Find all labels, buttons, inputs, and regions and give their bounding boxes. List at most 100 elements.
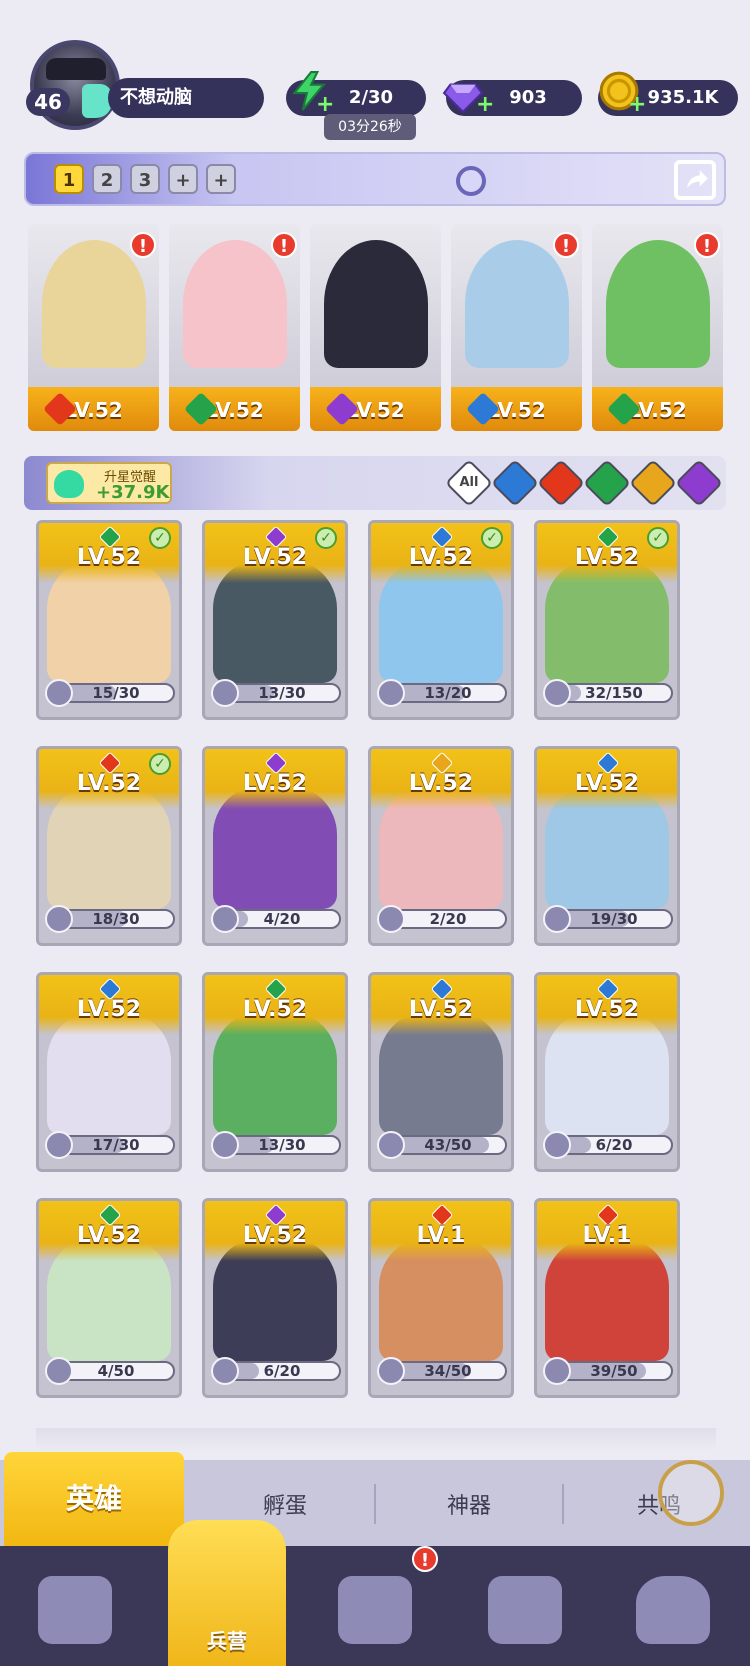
player-level-badge: 46 xyxy=(26,88,70,116)
filter-water-button[interactable] xyxy=(490,458,540,508)
nav-mushroom-icon[interactable] xyxy=(636,1576,710,1644)
hero-card[interactable]: LV.52 13/30 xyxy=(202,972,348,1172)
fragment-icon xyxy=(377,1357,405,1385)
floating-action-button[interactable] xyxy=(658,1460,724,1526)
team-add-button-2[interactable]: + xyxy=(206,164,236,194)
avatar-hat xyxy=(46,58,106,80)
team-hero-card[interactable]: LV.52 xyxy=(310,224,441,431)
filter-light-button[interactable] xyxy=(628,458,678,508)
nav-cards-icon[interactable] xyxy=(38,1576,112,1644)
fragment-icon xyxy=(45,1131,73,1159)
gold-plus-icon[interactable]: + xyxy=(628,92,646,117)
hero-card[interactable]: LV.52 4/50 xyxy=(36,1198,182,1398)
fragment-progress-bar: 17/30 xyxy=(57,1135,175,1155)
awaken-filter-bar: 升星觉醒 +37.9K All xyxy=(24,456,726,510)
fragment-progress-bar: 18/30 xyxy=(57,909,175,929)
player-name[interactable]: 不想动脑 xyxy=(108,78,264,118)
hero-level: LV.52 xyxy=(574,771,640,796)
scroll-fade xyxy=(36,1428,716,1452)
filter-fire-button[interactable] xyxy=(536,458,586,508)
nav-book-icon[interactable] xyxy=(338,1576,412,1644)
team-tab-3[interactable]: 3 xyxy=(130,164,160,194)
fragment-progress-bar: 15/30 xyxy=(57,683,175,703)
fragment-icon xyxy=(45,1357,73,1385)
player-avatar[interactable] xyxy=(30,40,120,130)
team-tab-2[interactable]: 2 xyxy=(92,164,122,194)
fragment-icon xyxy=(211,1131,239,1159)
hero-level: LV.1 xyxy=(582,1223,632,1248)
fragment-icon xyxy=(211,1357,239,1385)
fragment-progress-bar: 13/20 xyxy=(389,683,507,703)
hero-card[interactable]: LV.52 4/20 xyxy=(202,746,348,946)
hero-card[interactable]: LV.52 17/30 xyxy=(36,972,182,1172)
fragment-count: 13/20 xyxy=(424,684,472,702)
fragment-count: 17/30 xyxy=(92,1136,140,1154)
hero-card[interactable]: LV.52 ✓ 18/30 xyxy=(36,746,182,946)
hero-level: LV.52 xyxy=(408,997,474,1022)
search-icon[interactable] xyxy=(456,166,486,196)
hero-card[interactable]: LV.52 6/20 xyxy=(202,1198,348,1398)
team-add-button[interactable]: + xyxy=(168,164,198,194)
hero-card[interactable]: LV.52 2/20 xyxy=(368,746,514,946)
hero-level: LV.52 xyxy=(242,771,308,796)
share-icon[interactable] xyxy=(674,160,716,200)
alert-icon: ! xyxy=(694,232,720,258)
fragment-progress-bar: 6/20 xyxy=(555,1135,673,1155)
checkmark-icon: ✓ xyxy=(647,527,669,549)
fragment-count: 6/20 xyxy=(263,1362,301,1380)
hero-level: LV.52 xyxy=(76,997,142,1022)
hero-portrait xyxy=(606,240,710,368)
checkmark-icon: ✓ xyxy=(315,527,337,549)
fragment-count: 19/30 xyxy=(590,910,638,928)
alert-icon: ! xyxy=(271,232,297,258)
hero-card[interactable]: LV.52 6/20 xyxy=(534,972,680,1172)
hero-portrait xyxy=(324,240,428,368)
awaken-bonus-panel[interactable]: 升星觉醒 +37.9K xyxy=(46,462,172,504)
fragment-progress-bar: 34/50 xyxy=(389,1361,507,1381)
nav-shrine-icon[interactable] xyxy=(488,1576,562,1644)
fragment-progress-bar: 13/30 xyxy=(223,1135,341,1155)
hero-card[interactable]: LV.52 ✓ 32/150 xyxy=(534,520,680,720)
hero-card[interactable]: LV.52 43/50 xyxy=(368,972,514,1172)
fragment-count: 4/20 xyxy=(263,910,301,928)
fragment-icon xyxy=(377,679,405,707)
filter-nature-button[interactable] xyxy=(582,458,632,508)
alert-icon: ! xyxy=(553,232,579,258)
hero-card[interactable]: LV.1 34/50 xyxy=(368,1198,514,1398)
fragment-progress-bar: 39/50 xyxy=(555,1361,673,1381)
tab-heroes[interactable]: 英雄 xyxy=(4,1452,184,1546)
fragment-progress-bar: 19/30 xyxy=(555,909,673,929)
fragment-count: 13/30 xyxy=(258,1136,306,1154)
hero-portrait xyxy=(183,240,287,368)
tab-hatch[interactable]: 孵蛋 xyxy=(210,1488,360,1520)
filter-dark-button[interactable] xyxy=(674,458,724,508)
fragment-progress-bar: 13/30 xyxy=(223,683,341,703)
fragment-icon xyxy=(45,679,73,707)
hero-level: LV.52 xyxy=(574,997,640,1022)
stamina-timer: 03分26秒 xyxy=(324,114,416,140)
checkmark-icon: ✓ xyxy=(149,527,171,549)
filter-all-button[interactable]: All xyxy=(444,458,494,508)
gem-plus-icon[interactable]: + xyxy=(476,92,494,117)
tab-artifacts[interactable]: 神器 xyxy=(394,1488,544,1520)
hero-level: LV.52 xyxy=(242,997,308,1022)
nav-barracks-label: 兵营 xyxy=(207,1629,247,1653)
filter-all-label: All xyxy=(459,475,479,490)
hero-card[interactable]: LV.52 ✓ 13/20 xyxy=(368,520,514,720)
hero-portrait xyxy=(42,240,146,368)
fragment-progress-bar: 4/50 xyxy=(57,1361,175,1381)
hero-card[interactable]: LV.52 ✓ 15/30 xyxy=(36,520,182,720)
hero-card[interactable]: LV.1 39/50 xyxy=(534,1198,680,1398)
hero-portrait xyxy=(465,240,569,368)
fragment-icon xyxy=(377,905,405,933)
nav-barracks[interactable]: 兵营 xyxy=(168,1520,286,1666)
tab-divider xyxy=(374,1484,376,1524)
fragment-icon xyxy=(211,905,239,933)
hero-level: LV.52 xyxy=(408,771,474,796)
hero-card[interactable]: LV.52 ✓ 13/30 xyxy=(202,520,348,720)
fragment-icon xyxy=(543,1357,571,1385)
hero-card[interactable]: LV.52 19/30 xyxy=(534,746,680,946)
team-tab-1[interactable]: 1 xyxy=(54,164,84,194)
fragment-progress-bar: 4/20 xyxy=(223,909,341,929)
fragment-progress-bar: 32/150 xyxy=(555,683,673,703)
